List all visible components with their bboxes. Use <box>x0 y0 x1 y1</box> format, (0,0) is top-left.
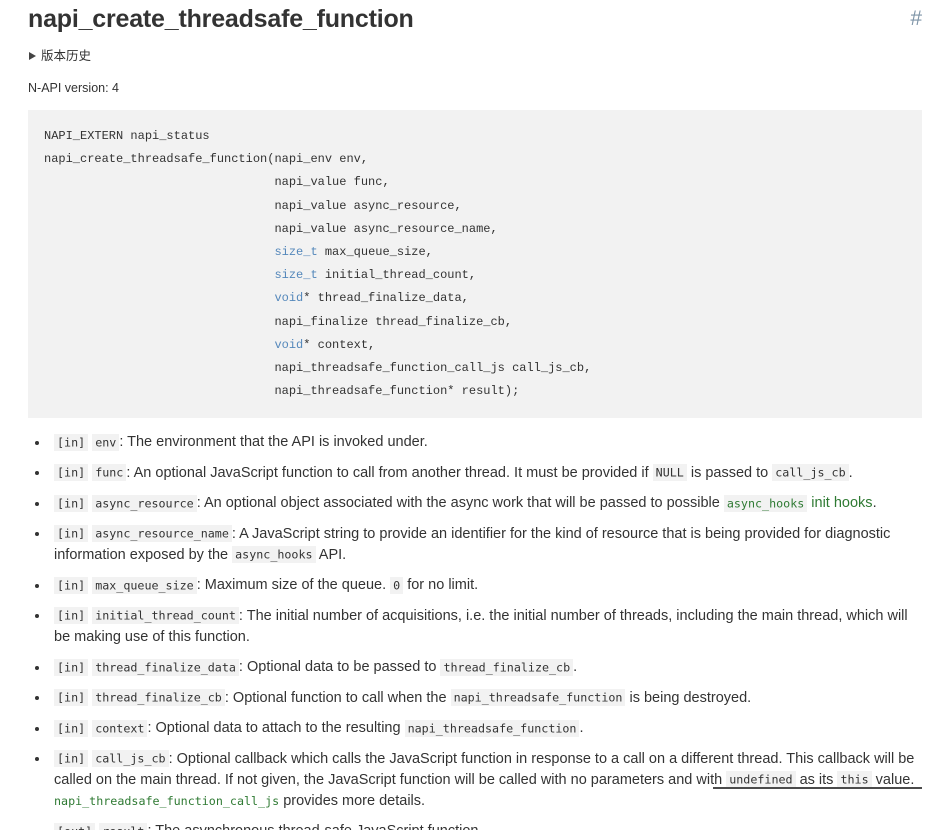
parameter-description: Optional function to call when the napi_… <box>232 689 752 707</box>
parameter-direction: [in] <box>54 464 89 482</box>
inline-code: napi_threadsafe_function_call_js <box>54 793 280 808</box>
parameter-direction: [in] <box>54 494 89 512</box>
parameter-direction: [out] <box>54 822 96 830</box>
parameter-description: The asynchronous thread-safe JavaScript … <box>155 823 482 830</box>
parameter-item: [in] context: Optional data to attach to… <box>28 718 922 739</box>
parameter-item: [in] max_queue_size: Maximum size of the… <box>28 575 922 596</box>
inline-code: 0 <box>390 576 404 594</box>
version-history-summary[interactable]: 版本历史 <box>28 48 91 64</box>
code-keyword: size_t <box>274 268 318 283</box>
parameter-item: [in] async_resource: An optional object … <box>28 493 922 514</box>
version-history-details[interactable]: 版本历史 <box>28 48 922 64</box>
parameter-name: thread_finalize_data <box>92 658 239 676</box>
parameter-direction: [in] <box>54 750 89 768</box>
inline-code: this <box>837 771 872 789</box>
inline-code: call_js_cb <box>772 464 849 482</box>
inline-code: async_hooks <box>723 494 808 512</box>
parameter-description: Maximum size of the queue. 0 for no limi… <box>204 576 479 594</box>
parameter-separator: : <box>119 434 128 451</box>
parameter-name: result <box>99 822 148 830</box>
parameter-item: [out] result: The asynchronous thread-sa… <box>28 821 922 830</box>
parameter-item: [in] func: An optional JavaScript functi… <box>28 463 922 484</box>
parameter-separator: : <box>126 464 134 481</box>
parameter-description: An optional object associated with the a… <box>203 494 877 512</box>
parameter-direction: [in] <box>54 576 89 594</box>
parameter-separator: : <box>147 720 156 737</box>
signature-code-block: NAPI_EXTERN napi_status napi_create_thre… <box>28 110 922 419</box>
parameter-item: [in] initial_thread_count: The initial n… <box>28 606 922 648</box>
parameters-list: [in] env: The environment that the API i… <box>28 432 922 830</box>
code-keyword: void <box>274 337 304 352</box>
parameter-description: The environment that the API is invoked … <box>127 434 428 451</box>
parameter-item: [in] thread_finalize_data: Optional data… <box>28 657 922 678</box>
inline-code: undefined <box>726 771 796 789</box>
doc-link[interactable]: async_hooks init hooks <box>723 494 873 512</box>
parameter-direction: [in] <box>54 689 89 707</box>
documentation-page: napi_create_threadsafe_function # 版本历史 N… <box>0 0 950 830</box>
page-header: napi_create_threadsafe_function # <box>28 0 922 36</box>
parameter-direction: [in] <box>54 525 89 543</box>
parameter-item: [in] env: The environment that the API i… <box>28 432 922 453</box>
parameter-description: An optional JavaScript function to call … <box>133 464 853 482</box>
parameter-separator: : <box>238 659 247 676</box>
parameter-name: func <box>92 464 127 482</box>
horizontal-rule <box>713 787 922 789</box>
parameter-name: async_resource <box>92 494 197 512</box>
anchor-link-icon[interactable]: # <box>910 2 922 36</box>
inline-code: async_hooks <box>232 546 316 564</box>
parameter-direction: [in] <box>54 607 89 625</box>
parameter-name: thread_finalize_cb <box>92 689 225 707</box>
parameter-direction: [in] <box>54 658 89 676</box>
parameter-item: [in] call_js_cb: Optional callback which… <box>28 749 922 812</box>
chevron-right-icon <box>29 52 36 60</box>
signature-code: NAPI_EXTERN napi_status napi_create_thre… <box>44 129 592 399</box>
parameter-item: [in] thread_finalize_cb: Optional functi… <box>28 688 922 709</box>
parameter-name: initial_thread_count <box>92 607 239 625</box>
parameter-name: max_queue_size <box>92 576 197 594</box>
parameter-description: Optional callback which calls the JavaSc… <box>54 750 915 809</box>
doc-link[interactable]: napi_threadsafe_function_call_js <box>54 793 279 809</box>
parameter-separator: : <box>196 495 204 512</box>
parameter-description: Optional data to attach to the resulting… <box>155 719 584 737</box>
parameter-direction: [in] <box>54 719 89 737</box>
parameter-separator: : <box>238 607 247 624</box>
inline-code: NULL <box>652 464 687 482</box>
inline-code: napi_threadsafe_function <box>450 689 626 707</box>
inline-code: napi_threadsafe_function <box>404 719 580 737</box>
parameter-separator: : <box>147 823 155 830</box>
parameter-name: async_resource_name <box>92 525 232 543</box>
version-history-label: 版本历史 <box>41 49 92 63</box>
code-keyword: size_t <box>274 245 318 260</box>
parameter-separator: : <box>168 750 177 767</box>
parameter-item: [in] async_resource_name: A JavaScript s… <box>28 524 922 566</box>
inline-code: thread_finalize_cb <box>440 658 574 676</box>
parameter-name: env <box>92 433 120 451</box>
parameter-separator: : <box>196 577 205 594</box>
napi-version-line: N-API version: 4 <box>28 81 120 95</box>
page-title: napi_create_threadsafe_function <box>28 5 414 33</box>
parameter-name: context <box>92 719 148 737</box>
parameter-separator: : <box>224 689 233 706</box>
code-keyword: void <box>274 291 304 306</box>
parameter-direction: [in] <box>54 433 89 451</box>
parameter-name: call_js_cb <box>92 750 169 768</box>
doc-link-text: init hooks <box>807 495 873 512</box>
parameter-description: Optional data to be passed to thread_fin… <box>246 658 578 676</box>
